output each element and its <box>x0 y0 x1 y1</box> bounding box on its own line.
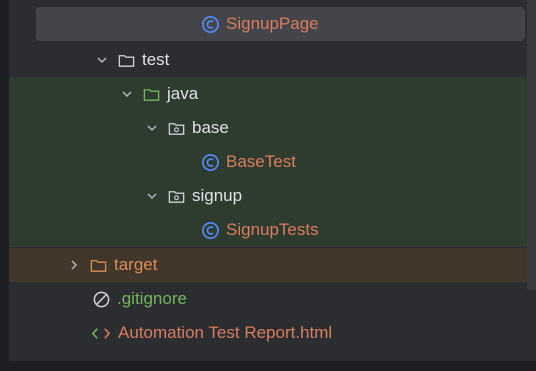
tree-item-label: base <box>192 118 229 137</box>
tree-row-signup[interactable]: signup <box>9 179 527 213</box>
tree-item-label: SignupPage <box>226 14 319 33</box>
tree-item-label: SignupTests <box>226 220 319 239</box>
tree-row-signuptests[interactable]: SignupTests <box>9 213 527 247</box>
chevron-down-icon[interactable] <box>120 87 134 101</box>
tree-row-java[interactable]: java <box>9 77 527 111</box>
tree-row-gitignore[interactable]: .gitignore <box>9 282 527 316</box>
source-folder-icon <box>143 88 160 101</box>
tree-item-label: java <box>167 84 199 103</box>
chevron-down-icon[interactable] <box>95 53 109 67</box>
tree-row-report-html[interactable]: Automation Test Report.html <box>9 316 527 350</box>
excluded-folder-icon <box>90 259 107 272</box>
tree-row-target[interactable]: target <box>9 248 527 282</box>
gutter <box>0 0 9 371</box>
class-icon <box>202 15 219 33</box>
tree-row-signuppage[interactable]: SignupPage <box>36 7 525 41</box>
tree-item-label: test <box>142 50 170 69</box>
class-icon <box>202 221 219 239</box>
chevron-down-icon[interactable] <box>145 189 159 203</box>
vertical-scrollbar[interactable] <box>527 0 536 290</box>
chevron-right-icon[interactable] <box>67 258 81 272</box>
tree-item-label: target <box>114 255 158 274</box>
tree-item-label: signup <box>192 186 243 205</box>
ignored-icon <box>93 291 110 307</box>
package-icon <box>168 122 185 135</box>
tree-row-base[interactable]: base <box>9 111 527 145</box>
package-icon <box>168 190 185 203</box>
folder-icon <box>118 54 135 67</box>
tree-row-test[interactable]: test <box>9 43 527 77</box>
tree-row-basetest[interactable]: BaseTest <box>9 145 527 179</box>
chevron-down-icon[interactable] <box>145 121 159 135</box>
project-tree-panel: SignupPage test java base BaseTest signu… <box>0 0 536 371</box>
tree-item-label: .gitignore <box>117 289 187 308</box>
html-icon <box>91 327 111 339</box>
class-icon <box>202 153 219 171</box>
tree-item-label: Automation Test Report.html <box>118 323 333 342</box>
bottom-border <box>0 361 536 371</box>
tree-item-label: BaseTest <box>226 152 296 171</box>
